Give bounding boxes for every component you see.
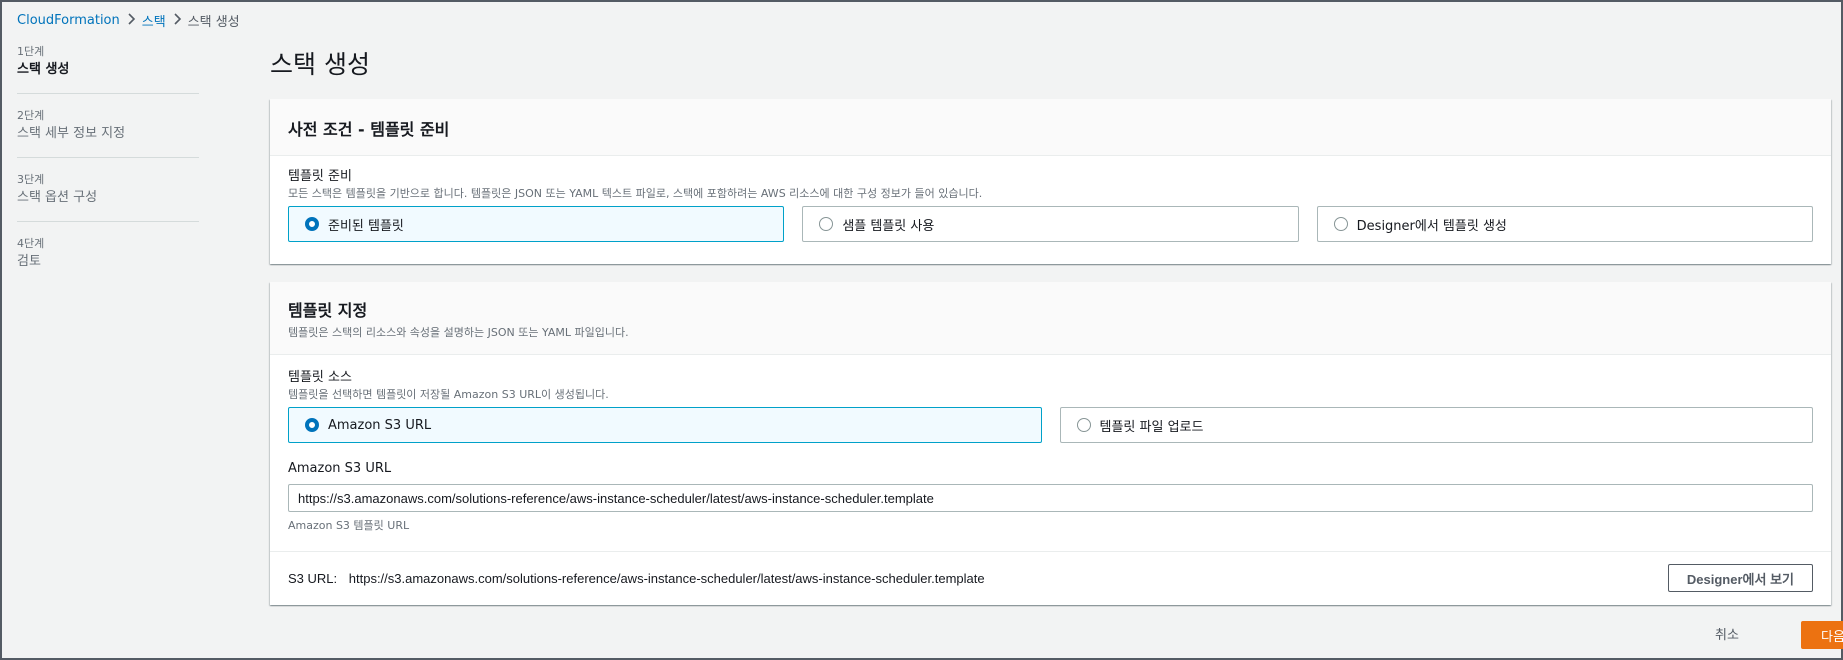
field-label: Amazon S3 URL — [288, 461, 392, 476]
template-source-options: Amazon S3 URL 템플릿 파일 업로드 — [288, 407, 1813, 443]
s3-url-field: Amazon S3 URL Amazon S3 템플릿 URL — [288, 460, 1813, 533]
wizard-step-3: 3단계 스택 옵션 구성 — [17, 172, 199, 222]
radio-selected-icon — [305, 217, 319, 231]
option-sample-template[interactable]: 샘플 템플릿 사용 — [802, 206, 1299, 242]
panel-title: 사전 조건 - 템플릿 준비 — [288, 120, 450, 139]
option-designer-create[interactable]: Designer에서 템플릿 생성 — [1316, 206, 1813, 242]
s3-url-input[interactable] — [288, 484, 1813, 512]
field-label: 템플릿 소스 — [288, 370, 352, 385]
prepare-template-options: 준비된 템플릿 샘플 템플릿 사용 Designer에서 템플릿 생성 — [288, 206, 1813, 242]
step-label: 스택 생성 — [17, 62, 70, 77]
template-source-field: 템플릿 소스 템플릿을 선택하면 템플릿이 저장될 Amazon S3 URL이… — [270, 355, 1831, 533]
step-number: 3단계 — [17, 173, 45, 186]
option-label: Amazon S3 URL — [328, 417, 432, 433]
option-template-ready[interactable]: 준비된 템플릿 — [288, 206, 785, 242]
s3-url-footer: S3 URL: https://s3.amazonaws.com/solutio… — [270, 551, 1831, 605]
step-label: 스택 옵션 구성 — [17, 190, 98, 205]
prerequisite-panel: 사전 조건 - 템플릿 준비 템플릿 준비 모든 스택은 템플릿을 기반으로 합… — [270, 99, 1831, 264]
specify-template-panel: 템플릿 지정 템플릿은 스택의 리소스와 속성을 설명하는 JSON 또는 YA… — [270, 282, 1831, 605]
step-label: 스택 세부 정보 지정 — [17, 126, 126, 141]
next-button[interactable]: 다음 — [1801, 621, 1843, 649]
chevron-right-icon — [120, 12, 142, 28]
page-title: 스택 생성 — [270, 50, 370, 79]
breadcrumb: CloudFormation 스택 스택 생성 — [17, 10, 240, 30]
field-hint: Amazon S3 템플릿 URL — [288, 519, 410, 532]
panel-description: 템플릿은 스택의 리소스와 속성을 설명하는 JSON 또는 YAML 파일입니… — [288, 326, 629, 339]
breadcrumb-current: 스택 생성 — [187, 14, 240, 30]
breadcrumb-stacks-link[interactable]: 스택 — [142, 11, 166, 30]
field-description: 모든 스택은 템플릿을 기반으로 합니다. 템플릿은 JSON 또는 YAML … — [288, 187, 983, 200]
step-number: 1단계 — [17, 45, 45, 58]
option-label: 샘플 템플릿 사용 — [842, 218, 935, 234]
field-description: 템플릿을 선택하면 템플릿이 저장될 Amazon S3 URL이 생성됩니다. — [288, 388, 609, 401]
option-upload-template-file[interactable]: 템플릿 파일 업로드 — [1059, 407, 1813, 443]
wizard-step-4: 4단계 검토 — [17, 236, 199, 285]
panel-header: 사전 조건 - 템플릿 준비 — [270, 99, 1831, 156]
wizard-step-2: 2단계 스택 세부 정보 지정 — [17, 108, 199, 158]
step-number: 2단계 — [17, 109, 45, 122]
s3-url-summary-value: https://s3.amazonaws.com/solutions-refer… — [348, 571, 985, 586]
option-label: 준비된 템플릿 — [328, 218, 404, 234]
chevron-right-icon — [166, 12, 188, 28]
s3-url-summary-label: S3 URL: — [288, 571, 338, 586]
breadcrumb-cloudformation-link[interactable]: CloudFormation — [17, 13, 120, 28]
cancel-button[interactable]: 취소 — [1715, 624, 1739, 643]
field-label: 템플릿 준비 — [288, 169, 352, 184]
step-label: 검토 — [17, 254, 41, 269]
option-label: Designer에서 템플릿 생성 — [1356, 218, 1507, 234]
s3-url-summary: S3 URL: https://s3.amazonaws.com/solutio… — [288, 571, 985, 586]
prepare-template-field: 템플릿 준비 모든 스택은 템플릿을 기반으로 합니다. 템플릿은 JSON 또… — [270, 156, 1831, 242]
wizard-steps: 1단계 스택 생성 2단계 스택 세부 정보 지정 3단계 스택 옵션 구성 4… — [17, 44, 199, 299]
radio-unselected-icon — [1333, 217, 1348, 231]
option-amazon-s3-url[interactable]: Amazon S3 URL — [288, 407, 1042, 443]
radio-selected-icon — [305, 418, 319, 432]
radio-unselected-icon — [819, 217, 834, 231]
step-number: 4단계 — [17, 237, 45, 250]
panel-title: 템플릿 지정 — [288, 301, 368, 320]
radio-unselected-icon — [1076, 418, 1091, 432]
option-label: 템플릿 파일 업로드 — [1099, 419, 1204, 435]
view-in-designer-button[interactable]: Designer에서 보기 — [1667, 564, 1813, 592]
wizard-step-1: 1단계 스택 생성 — [17, 44, 199, 94]
panel-header: 템플릿 지정 템플릿은 스택의 리소스와 속성을 설명하는 JSON 또는 YA… — [270, 282, 1831, 355]
